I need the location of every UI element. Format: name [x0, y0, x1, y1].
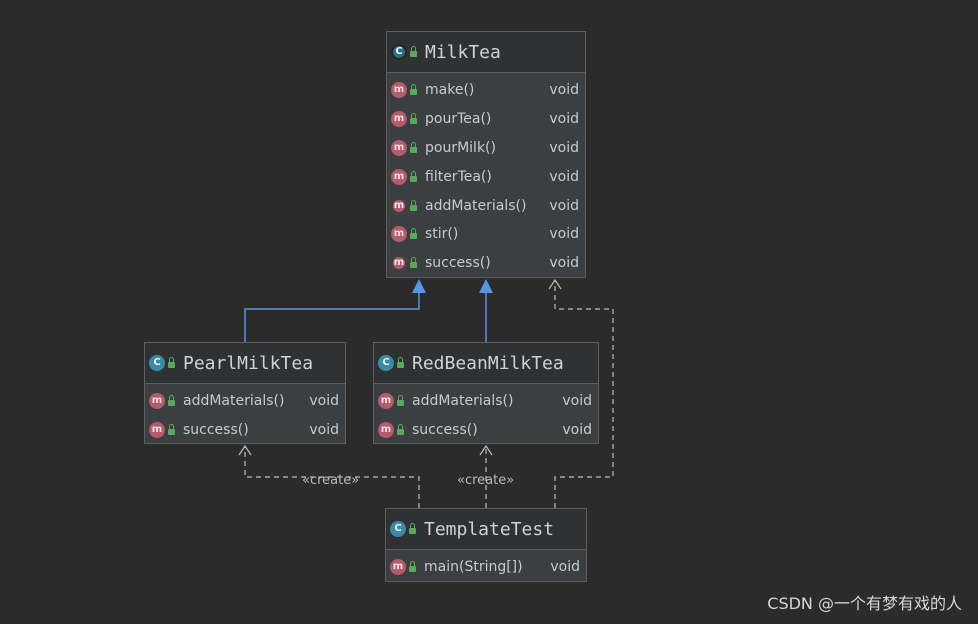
public-lock-icon	[397, 424, 404, 436]
return-type: void	[562, 422, 592, 439]
public-lock-icon	[410, 170, 417, 182]
method-icon: m	[378, 393, 394, 410]
class-pearlmilktea[interactable]: C PearlMilkTea m addMaterials() void m s…	[144, 342, 346, 444]
method-icon: m	[149, 422, 165, 439]
method-name: success()	[412, 422, 478, 439]
method-name: pourTea()	[425, 111, 492, 128]
abstract-class-icon: C	[391, 44, 407, 60]
method-name: success()	[183, 422, 249, 439]
create-label-left: «create»	[302, 473, 359, 488]
method-name: addMaterials()	[425, 197, 527, 214]
inheritance-arrowhead-redbean	[479, 279, 493, 293]
method-name: addMaterials()	[412, 393, 514, 410]
public-lock-icon	[409, 561, 416, 573]
class-icon: C	[390, 521, 406, 537]
public-lock-icon	[397, 357, 404, 368]
return-type: void	[549, 168, 579, 185]
class-name: TemplateTest	[424, 518, 555, 540]
method-row[interactable]: m success() void	[387, 249, 585, 278]
method-icon: m	[391, 82, 407, 99]
method-name: addMaterials()	[183, 393, 285, 410]
method-row[interactable]: m make() void	[387, 76, 585, 105]
public-lock-icon	[410, 46, 417, 57]
method-row[interactable]: m addMaterials() void	[374, 387, 598, 416]
class-pearlmilktea-header: C PearlMilkTea	[145, 343, 345, 384]
return-type: void	[549, 111, 579, 128]
method-row[interactable]: m pourMilk() void	[387, 134, 585, 163]
method-list: m addMaterials() void m success() void	[374, 384, 598, 445]
method-name: pourMilk()	[425, 139, 496, 156]
abstract-method-icon: m	[391, 255, 407, 272]
method-name: main(String[])	[424, 559, 523, 576]
method-row[interactable]: m addMaterials() void	[387, 191, 585, 220]
return-type: void	[562, 393, 592, 410]
static-method-icon: m	[390, 559, 406, 576]
method-icon: m	[149, 393, 165, 410]
method-row[interactable]: m stir() void	[387, 220, 585, 249]
method-name: make()	[425, 82, 475, 99]
method-list: m addMaterials() void m success() void	[145, 384, 345, 445]
method-name: stir()	[425, 226, 459, 243]
class-name: PearlMilkTea	[183, 352, 314, 374]
watermark: CSDN @一个有梦有戏的人	[767, 594, 962, 613]
method-name: filterTea()	[425, 168, 492, 185]
return-type: void	[309, 393, 339, 410]
inheritance-edge-pearl[interactable]	[244, 292, 420, 342]
class-milktea-header: C MilkTea	[387, 32, 585, 73]
method-list: m make() void m pourTea() void m pourMil…	[387, 73, 585, 278]
public-lock-icon	[168, 357, 175, 368]
method-icon: m	[391, 168, 407, 185]
return-type: void	[549, 255, 579, 272]
return-type: void	[550, 559, 580, 576]
return-type: void	[549, 139, 579, 156]
method-icon: m	[378, 422, 394, 439]
create-label-right: «create»	[457, 473, 514, 488]
method-icon: m	[391, 111, 407, 128]
class-icon: C	[149, 355, 165, 371]
public-lock-icon	[410, 113, 417, 125]
return-type: void	[549, 197, 579, 214]
return-type: void	[309, 422, 339, 439]
method-icon: m	[391, 139, 407, 156]
method-list: m main(String[]) void	[386, 550, 586, 582]
public-lock-icon	[410, 84, 417, 96]
class-icon: C	[378, 355, 394, 371]
return-type: void	[549, 82, 579, 99]
public-lock-icon	[410, 228, 417, 240]
class-templatetest-header: C TemplateTest	[386, 509, 586, 550]
public-lock-icon	[410, 257, 417, 269]
public-lock-icon	[397, 395, 404, 407]
public-lock-icon	[168, 424, 175, 436]
method-row[interactable]: m filterTea() void	[387, 162, 585, 191]
class-name: RedBeanMilkTea	[412, 352, 564, 374]
class-name: MilkTea	[425, 41, 501, 63]
method-name: success()	[425, 255, 491, 272]
method-row[interactable]: m success() void	[374, 416, 598, 445]
class-redbeanmilktea-header: C RedBeanMilkTea	[374, 343, 598, 384]
public-lock-icon	[410, 199, 417, 211]
inheritance-arrowhead-pearl	[412, 279, 426, 293]
method-icon: m	[391, 226, 407, 243]
return-type: void	[549, 226, 579, 243]
public-lock-icon	[409, 523, 416, 534]
method-row[interactable]: m addMaterials() void	[145, 387, 345, 416]
class-redbeanmilktea[interactable]: C RedBeanMilkTea m addMaterials() void m…	[373, 342, 599, 444]
method-row[interactable]: m main(String[]) void	[386, 553, 586, 582]
public-lock-icon	[168, 395, 175, 407]
class-templatetest[interactable]: C TemplateTest m main(String[]) void	[385, 508, 587, 582]
method-row[interactable]: m success() void	[145, 416, 345, 445]
abstract-method-icon: m	[391, 197, 407, 214]
class-milktea[interactable]: C MilkTea m make() void m pourTea() void…	[386, 31, 586, 278]
method-row[interactable]: m pourTea() void	[387, 105, 585, 134]
public-lock-icon	[410, 141, 417, 153]
